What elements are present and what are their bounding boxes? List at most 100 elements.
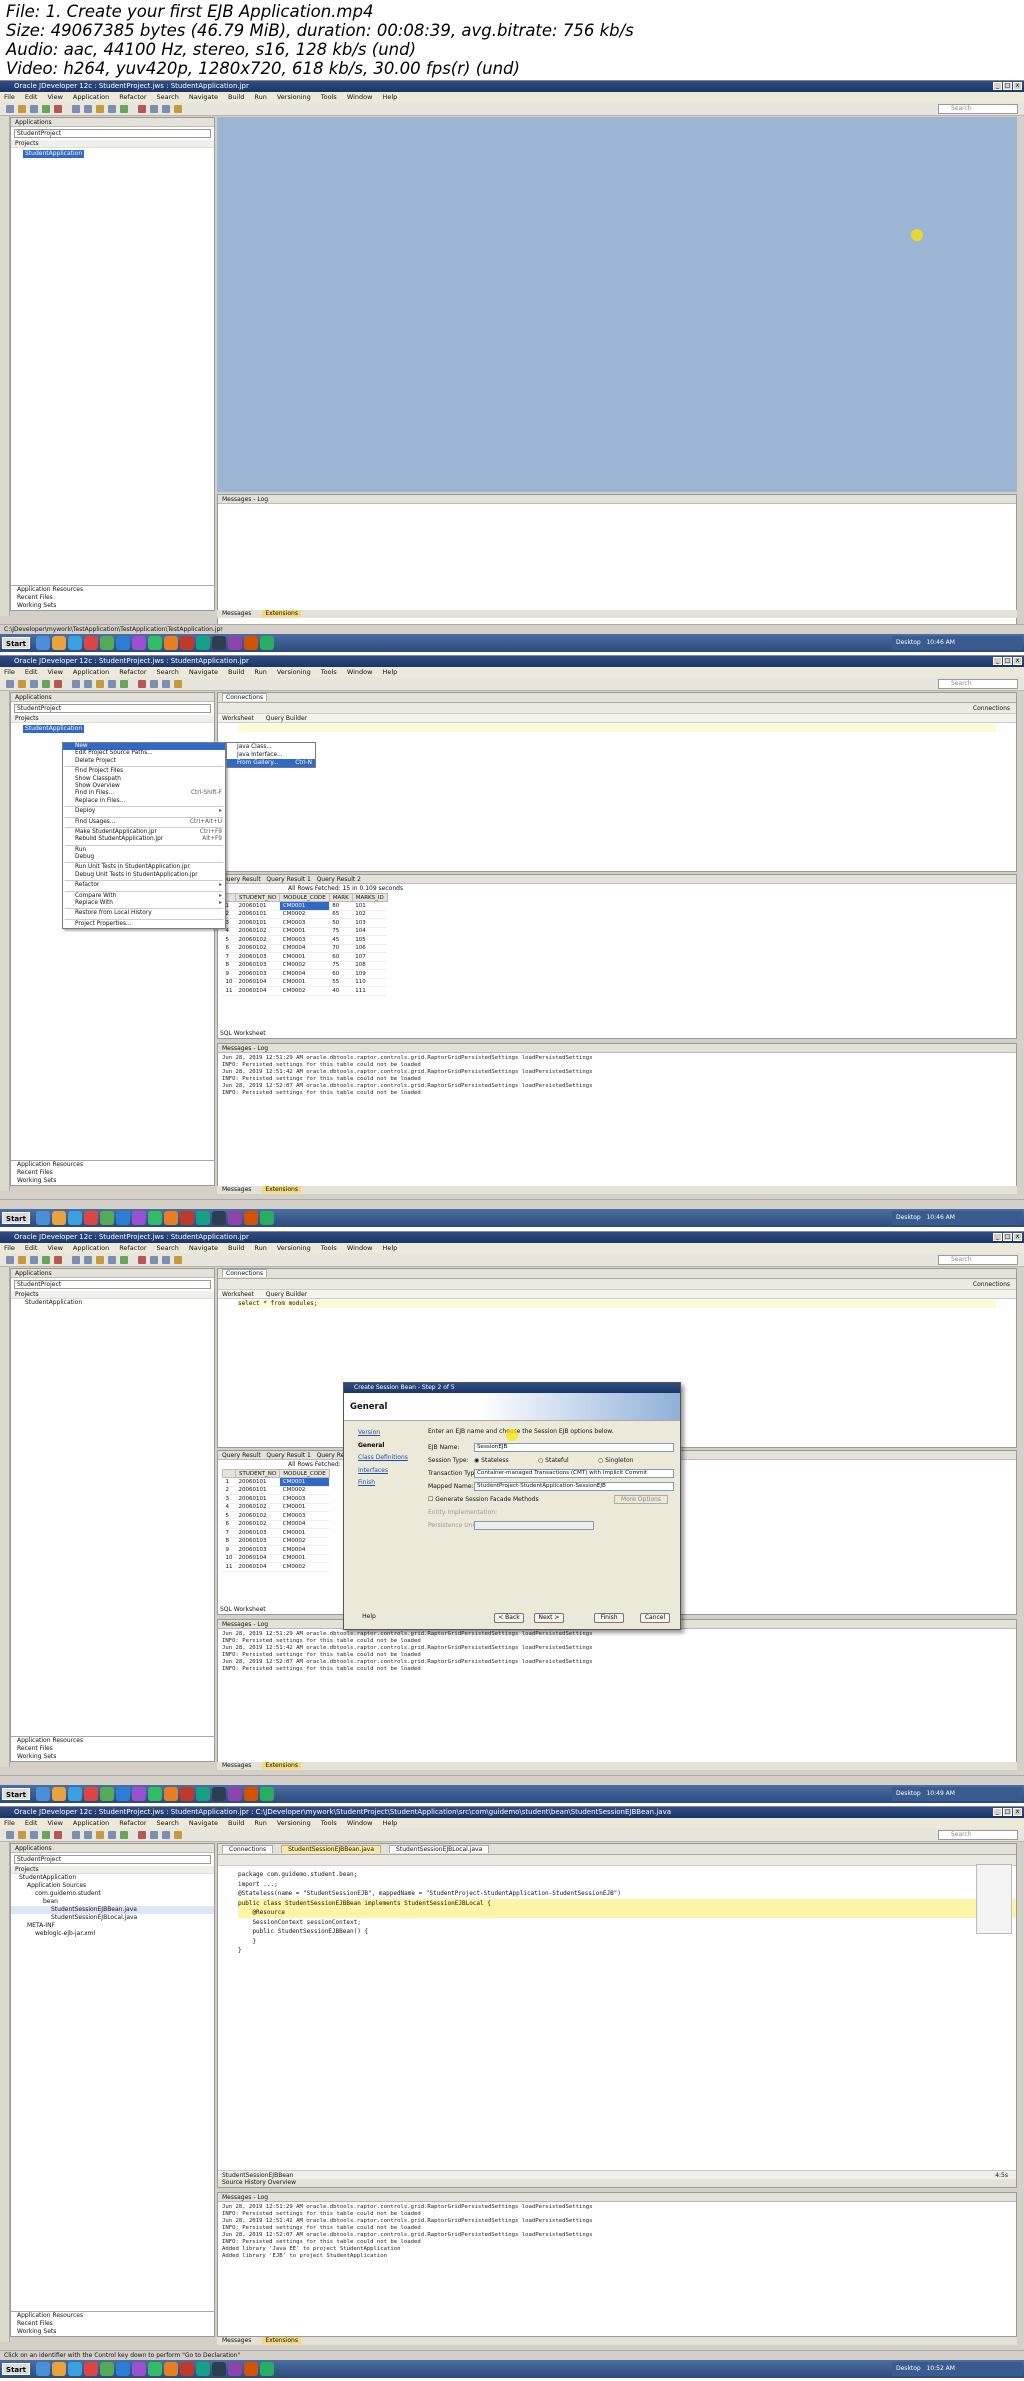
taskbar-app-icon[interactable] [148,1787,162,1801]
taskbar-app-icon[interactable] [228,1787,242,1801]
menu-build[interactable]: Build [228,1244,244,1252]
tree-item-studentapplication[interactable]: StudentApplication [23,725,85,733]
context-menu-item[interactable]: Make StudentApplication.jpr Ctrl+F9 [63,829,225,836]
taskbar-app-icon[interactable] [180,636,194,650]
taskbar-app-icon[interactable] [84,2362,98,2376]
context-menu-item[interactable]: Replace With ▸ [63,900,225,907]
tree-item[interactable]: StudentSessionEJBBean.java [11,1906,214,1914]
menu-tools[interactable]: Tools [321,1819,337,1827]
tab-connections[interactable]: Connections [222,1269,268,1277]
menu-edit[interactable]: Edit [25,1244,38,1252]
context-menu-item[interactable]: Compare With ▸ [63,893,225,900]
recent-files-link[interactable]: Recent Files [11,1169,214,1177]
toolbar-icon[interactable] [138,680,146,688]
toolbar-icon[interactable] [72,680,80,688]
toolbar-icon[interactable] [72,105,80,113]
column-header[interactable]: MARKS_ID [351,893,388,902]
submenu-item[interactable]: Java Interface... [227,751,315,759]
search-input[interactable]: Search [938,679,1018,689]
wizard-step[interactable]: Class Definitions [348,1452,420,1465]
taskbar-app-icon[interactable] [116,1787,130,1801]
taskbar-app-icon[interactable] [244,2362,258,2376]
toolbar-icon[interactable] [18,680,26,688]
taskbar-app-icon[interactable] [68,2362,82,2376]
table-row[interactable]: 8 20060103 CM0002 75 108 [222,961,388,970]
minimize-button[interactable]: _ [993,1233,1002,1241]
menu-application[interactable]: Application [73,1244,109,1252]
taskbar-app-icon[interactable] [196,1211,210,1225]
working-sets-link[interactable]: Working Sets [11,2328,214,2336]
wizard-step[interactable]: Finish [348,1477,420,1490]
cancel-button[interactable]: Cancel [640,1613,670,1623]
taskbar-app-icon[interactable] [212,2362,226,2376]
tab-query-builder[interactable]: Query Builder [266,715,307,722]
toolbar-icon[interactable] [138,1831,146,1839]
toolbar-icon[interactable] [6,1831,14,1839]
maximize-button[interactable]: □ [1003,1233,1012,1241]
start-button[interactable]: Start [2,637,30,649]
editor-tab[interactable]: Connections [222,1845,274,1853]
menu-navigate[interactable]: Navigate [189,668,218,676]
menu-window[interactable]: Window [347,668,373,676]
toolbar-icon[interactable] [84,680,92,688]
context-menu-item[interactable]: Project Properties... [63,921,225,928]
minimize-button[interactable]: _ [993,657,1002,665]
toolbar-icon[interactable] [54,1256,62,1264]
tree-item[interactable]: bean [11,1898,214,1906]
radio-singleton[interactable]: ○ Singleton [598,1456,633,1466]
ejb-name-field[interactable]: SessionEJB [474,1443,674,1452]
toolbar-icon[interactable] [54,105,62,113]
menu-file[interactable]: File [4,93,15,101]
working-sets-link[interactable]: Working Sets [11,1753,214,1761]
toolbar-icon[interactable] [84,1256,92,1264]
mapped-name-field[interactable]: StudentProject-StudentApplication-Sessio… [474,1482,674,1491]
toolbar-icon[interactable] [96,1256,104,1264]
tab-query-result-2[interactable]: Query Result 2 [317,876,361,883]
menu-file[interactable]: File [4,668,15,676]
context-menu-item[interactable]: Refactor ▸ [63,882,225,889]
menu-refactor[interactable]: Refactor [119,1244,146,1252]
menu-application[interactable]: Application [73,1819,109,1827]
close-button[interactable]: x [1013,1233,1022,1241]
table-row[interactable]: 4 20060102 CM0001 [222,1503,330,1512]
toolbar-icon[interactable] [150,105,158,113]
tab-query-result[interactable]: Query Result [222,1452,261,1459]
minimize-button[interactable]: _ [993,82,1002,90]
back-button[interactable]: < Back [494,1613,524,1623]
toolbar-icon[interactable] [174,1831,182,1839]
wizard-step[interactable]: Interfaces [348,1465,420,1478]
toolbar-icon[interactable] [138,1256,146,1264]
application-resources-link[interactable]: Application Resources [11,1161,214,1169]
toolbar-icon[interactable] [108,1831,116,1839]
menu-help[interactable]: Help [382,1819,397,1827]
taskbar-app-icon[interactable] [68,636,82,650]
menu-versioning[interactable]: Versioning [277,668,311,676]
table-row[interactable]: 1 20060101 CM0001 [222,1477,330,1487]
menu-refactor[interactable]: Refactor [119,1819,146,1827]
toolbar-icon[interactable] [108,680,116,688]
projects-header[interactable]: Projects [11,715,214,723]
taskbar-app-icon[interactable] [196,1787,210,1801]
taskbar-app-icon[interactable] [100,1211,114,1225]
column-header[interactable]: STUDENT_NO [234,1469,281,1478]
recent-files-link[interactable]: Recent Files [11,2320,214,2328]
taskbar-app-icon[interactable] [132,1211,146,1225]
projects-header[interactable]: Projects [11,140,214,148]
application-combo[interactable]: StudentProject [14,129,211,138]
column-header[interactable]: MODULE_CODE [279,1469,330,1478]
menu-edit[interactable]: Edit [25,1819,38,1827]
tab-query-result-1[interactable]: Query Result 1 [266,876,310,883]
menu-tools[interactable]: Tools [321,668,337,676]
sql-editor[interactable] [218,723,1016,848]
context-menu-item[interactable]: Rebuild StudentApplication.jpr Alt+F9 [63,836,225,843]
toolbar-icon[interactable] [72,1831,80,1839]
menu-run[interactable]: Run [254,1819,266,1827]
table-row[interactable]: 5 20060102 CM0003 [222,1511,330,1521]
extensions-tab[interactable]: Extensions [262,1186,301,1193]
toolbar-icon[interactable] [162,1256,170,1264]
menu-build[interactable]: Build [228,668,244,676]
next-button[interactable]: Next > [534,1613,564,1623]
context-menu-item[interactable]: Run Unit Tests in StudentApplication.jpr [63,864,225,871]
persistence-unit-select[interactable] [474,1521,594,1530]
table-row[interactable]: 9 20060103 CM0004 [222,1545,330,1555]
